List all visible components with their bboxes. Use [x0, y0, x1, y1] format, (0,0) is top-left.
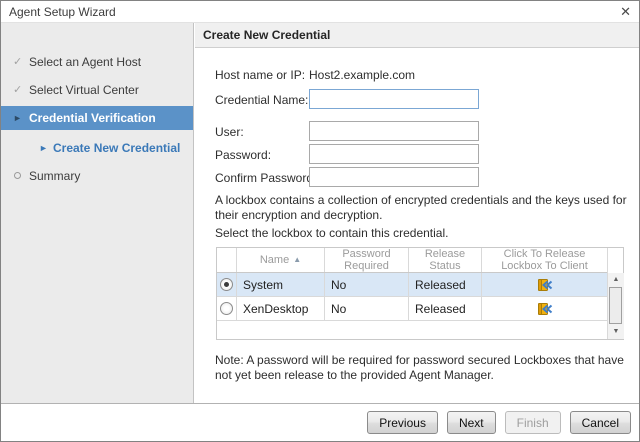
- column-header-release-status[interactable]: Release Status: [409, 248, 482, 272]
- sidebar-item-select-agent-host[interactable]: ✓ Select an Agent Host: [1, 53, 193, 71]
- scrollbar-track[interactable]: ▲ ▼: [608, 273, 624, 339]
- host-name-value: Host2.example.com: [309, 68, 415, 82]
- lockbox-release-icon: [536, 301, 553, 317]
- sort-ascending-icon: ▲: [293, 254, 301, 266]
- lockbox-description: A lockbox contains a collection of encry…: [215, 193, 629, 223]
- check-icon: ✓: [13, 53, 27, 71]
- page-header: Create New Credential: [195, 23, 640, 48]
- password-label: Password:: [215, 148, 271, 162]
- title-bar: Agent Setup Wizard ✕: [1, 1, 639, 23]
- form-content: Host name or IP: Host2.example.com Crede…: [195, 49, 640, 404]
- lockbox-table: Name ▲ Password Required Release Status …: [216, 247, 624, 340]
- scrollbar-thumb[interactable]: [609, 287, 622, 324]
- column-header-name[interactable]: Name ▲: [237, 248, 325, 272]
- credential-name-input[interactable]: [309, 89, 479, 109]
- password-input[interactable]: [309, 144, 479, 164]
- next-button[interactable]: Next: [447, 411, 496, 434]
- wizard-window: Agent Setup Wizard ✕ ✓ Select an Agent H…: [0, 0, 640, 442]
- finish-button: Finish: [505, 411, 561, 434]
- wizard-steps-sidebar: ✓ Select an Agent Host ✓ Select Virtual …: [1, 23, 194, 404]
- cell-name: XenDesktop: [237, 297, 325, 320]
- cell-release-status: Released: [409, 297, 482, 320]
- user-input[interactable]: [309, 121, 479, 141]
- user-label: User:: [215, 125, 244, 139]
- table-row[interactable]: XenDesktop No Released: [217, 297, 607, 321]
- pending-bullet-icon: [14, 172, 21, 179]
- button-bar: Previous Next Finish Cancel: [1, 403, 639, 441]
- column-header-label: Name: [260, 254, 289, 266]
- arrow-right-icon: ►: [39, 139, 53, 157]
- previous-button[interactable]: Previous: [367, 411, 438, 434]
- sidebar-item-select-virtual-center[interactable]: ✓ Select Virtual Center: [1, 81, 193, 99]
- lockbox-select-instruction: Select the lockbox to contain this crede…: [215, 226, 629, 241]
- note-text: Note: A password will be required for pa…: [215, 353, 635, 383]
- sidebar-item-label: Credential Verification: [29, 106, 156, 130]
- sidebar-item-label: Select Virtual Center: [29, 81, 139, 99]
- sidebar-item-create-new-credential[interactable]: ► Create New Credential: [1, 139, 193, 157]
- column-header-radio: [217, 248, 237, 272]
- scroll-down-icon[interactable]: ▼: [608, 325, 624, 339]
- scroll-up-icon[interactable]: ▲: [608, 273, 624, 287]
- sidebar-item-label: Create New Credential: [53, 139, 180, 157]
- column-header-release-action[interactable]: Click To Release Lockbox To Client: [482, 248, 607, 272]
- radio-button[interactable]: [220, 278, 233, 291]
- confirm-password-label: Confirm Password:: [215, 171, 316, 185]
- cell-release-status: Released: [409, 273, 482, 296]
- radio-button[interactable]: [220, 302, 233, 315]
- table-header-row: Name ▲ Password Required Release Status …: [217, 248, 607, 273]
- sidebar-item-label: Summary: [29, 167, 80, 185]
- table-scrollbar[interactable]: ▲ ▼: [607, 248, 624, 339]
- sidebar-item-credential-verification[interactable]: ► Credential Verification: [1, 106, 193, 130]
- sidebar-item-label: Select an Agent Host: [29, 53, 141, 71]
- credential-name-label: Credential Name:: [215, 93, 308, 107]
- check-icon: ✓: [13, 81, 27, 99]
- table-row[interactable]: System No Released: [217, 273, 607, 297]
- column-header-password-required[interactable]: Password Required: [325, 248, 409, 272]
- release-lockbox-button[interactable]: [482, 297, 607, 320]
- close-icon[interactable]: ✕: [620, 1, 631, 23]
- host-name-label: Host name or IP:: [215, 68, 305, 82]
- page-title: Create New Credential: [203, 23, 330, 47]
- cell-name: System: [237, 273, 325, 296]
- cancel-button[interactable]: Cancel: [570, 411, 631, 434]
- release-lockbox-button[interactable]: [482, 273, 607, 296]
- arrow-right-icon: ►: [13, 106, 27, 130]
- lockbox-release-icon: [536, 277, 553, 293]
- sidebar-item-summary[interactable]: Summary: [1, 167, 193, 185]
- main-panel: Create New Credential Host name or IP: H…: [195, 23, 640, 404]
- cell-password-required: No: [325, 297, 409, 320]
- window-title: Agent Setup Wizard: [9, 1, 116, 23]
- confirm-password-input[interactable]: [309, 167, 479, 187]
- cell-password-required: No: [325, 273, 409, 296]
